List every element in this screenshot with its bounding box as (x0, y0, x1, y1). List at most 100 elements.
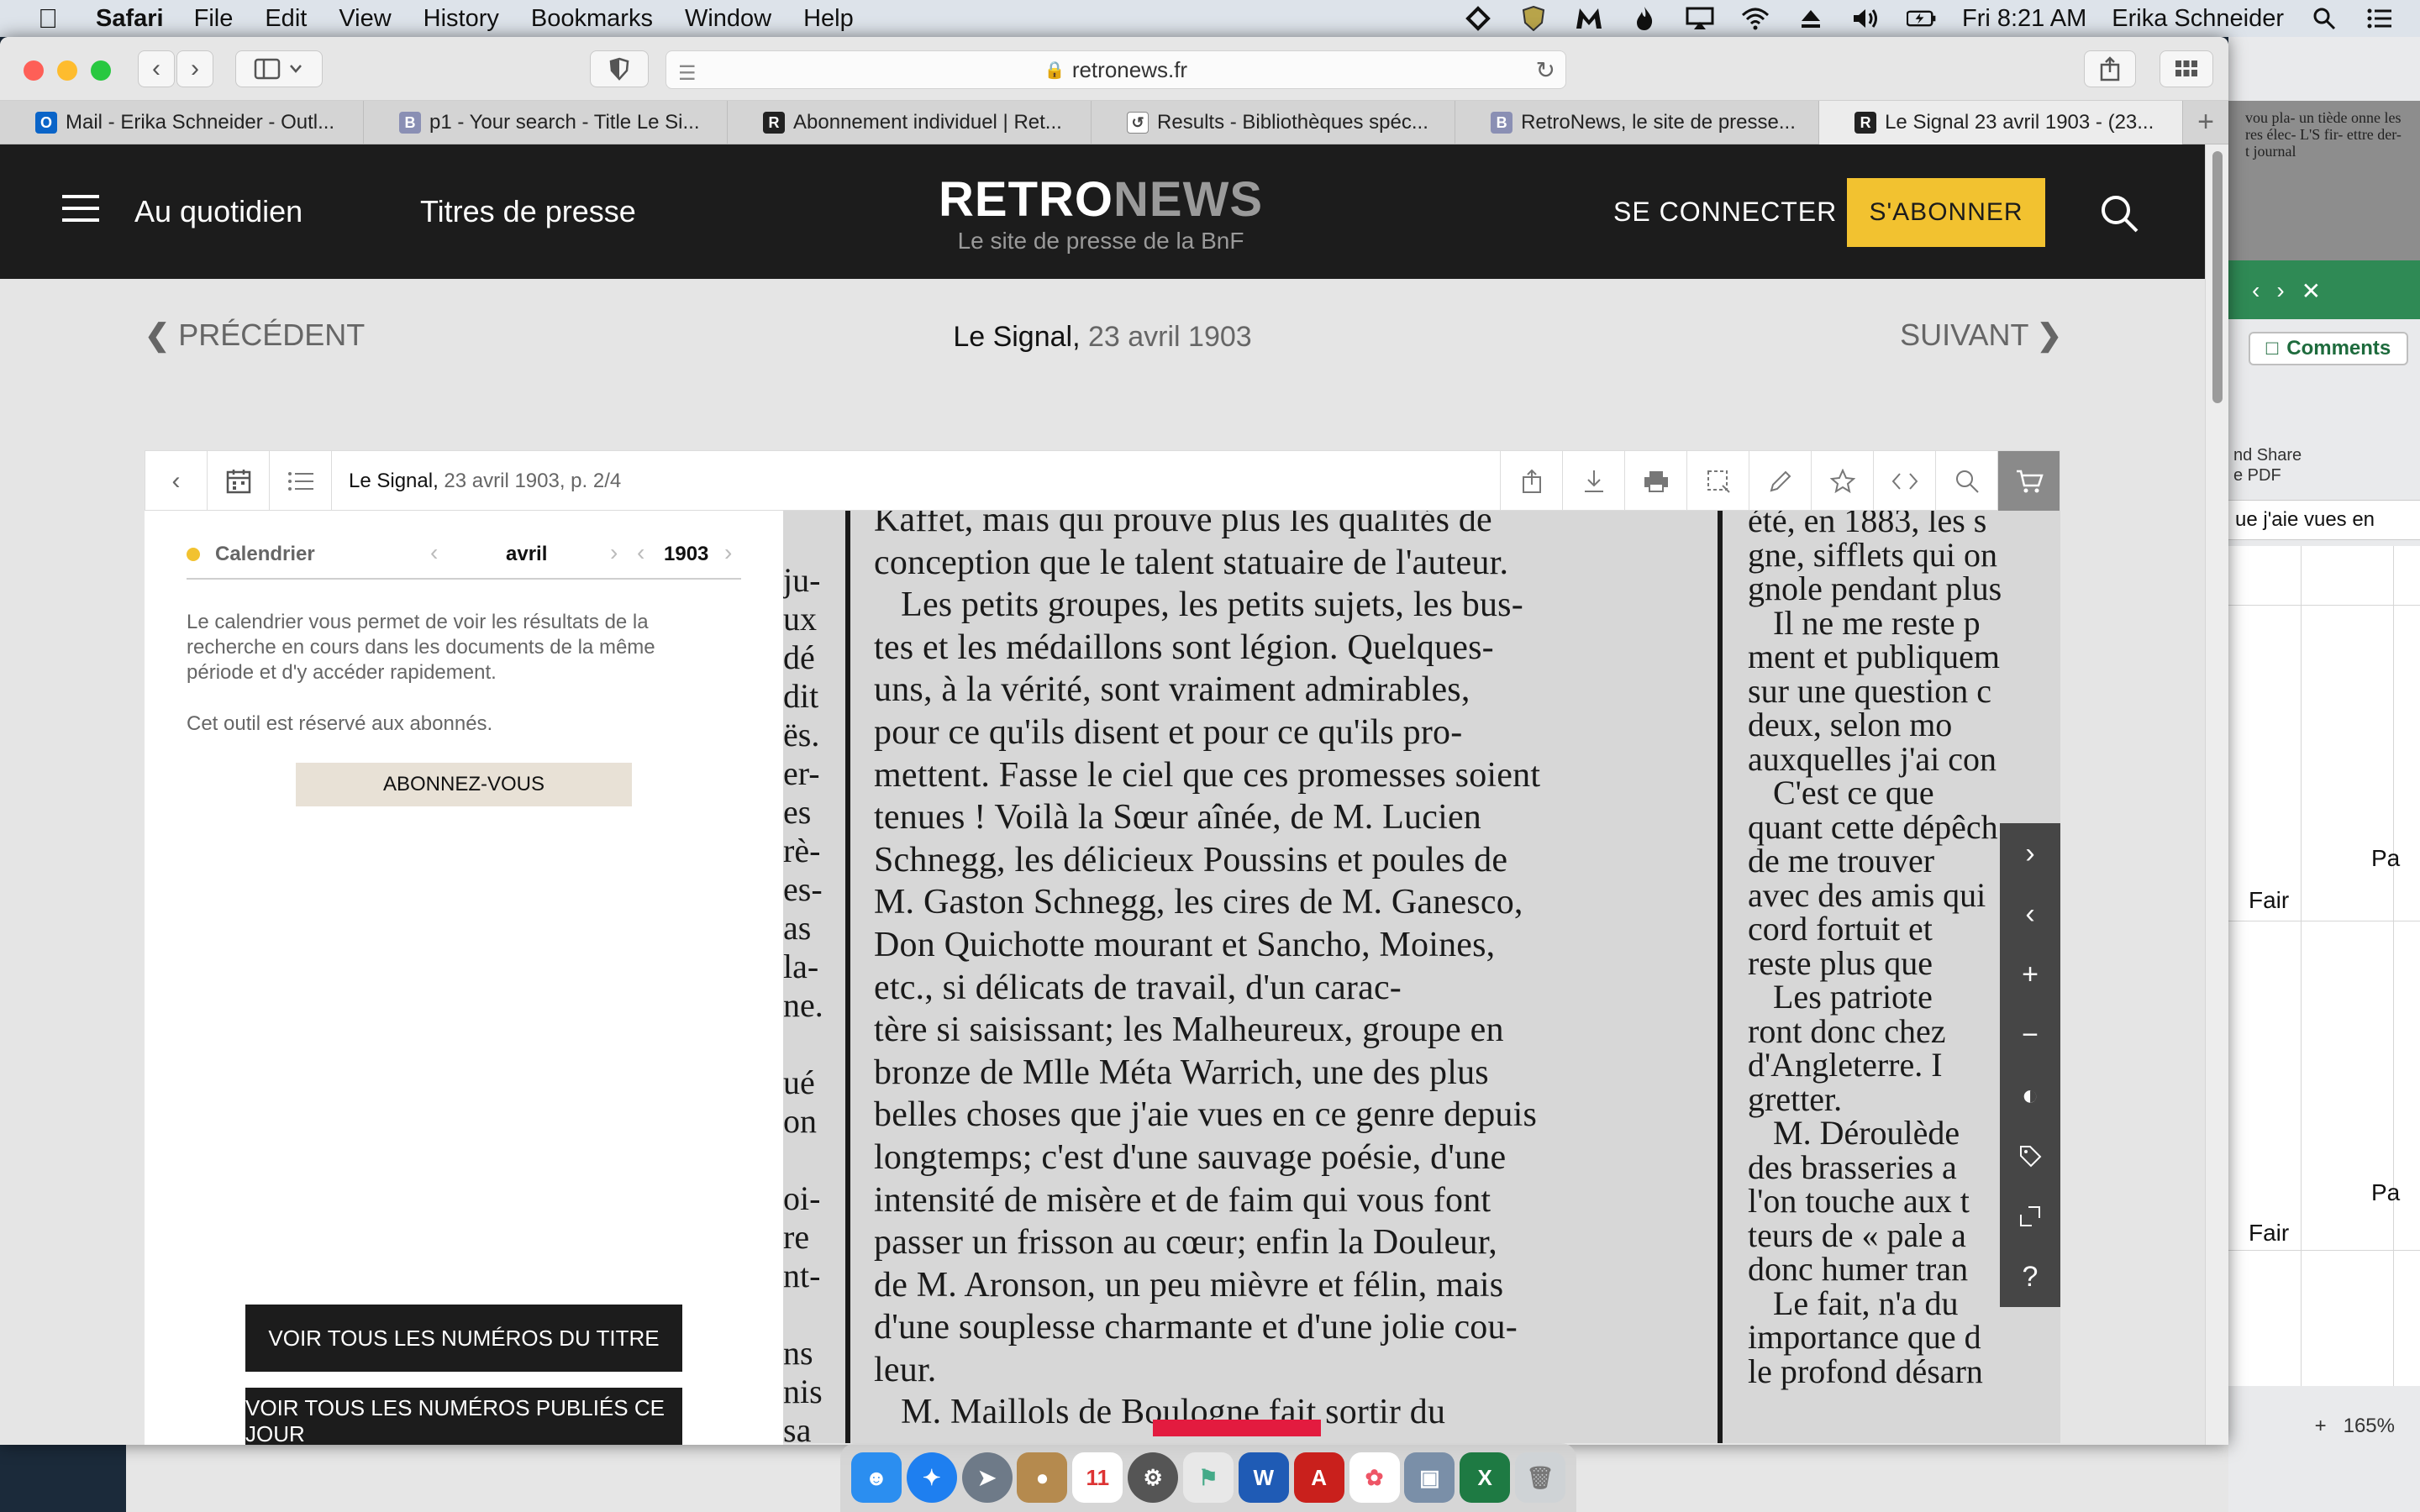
pencil-icon[interactable] (1749, 451, 1811, 512)
zoom-out-icon[interactable]: − (2000, 1005, 2060, 1065)
print-icon[interactable] (1624, 451, 1686, 512)
share-pdf-label[interactable]: nd Share e PDF (2228, 395, 2420, 496)
share-doc-icon[interactable] (1500, 451, 1562, 512)
chevron-right-icon[interactable]: › (2276, 277, 2284, 305)
back-button[interactable]: ‹ (138, 50, 175, 87)
close-window-button[interactable] (24, 60, 44, 81)
retronews-logo[interactable]: RETRONEWS Le site de presse de la BnF (933, 171, 1269, 255)
contacts-icon[interactable]: ● (1017, 1452, 1068, 1503)
download-icon[interactable] (1562, 451, 1624, 512)
all-issues-button[interactable]: VOIR TOUS LES NUMÉROS DU TITRE (245, 1305, 682, 1372)
cell[interactable]: Fair (2249, 887, 2289, 914)
flame-icon[interactable] (1629, 6, 1660, 31)
menu-edit[interactable]: Edit (265, 5, 307, 33)
zoom-plus-icon[interactable]: + (2315, 1415, 2327, 1438)
menu-view[interactable]: View (339, 5, 391, 33)
next-month-icon[interactable]: › (610, 539, 618, 566)
new-tab-button[interactable]: + (2183, 101, 2228, 144)
apple-menu-icon[interactable]:  (25, 3, 71, 34)
calendar-year[interactable]: 1903 (664, 543, 708, 566)
cell[interactable]: Fair (2249, 1220, 2289, 1247)
cell[interactable]: Pa (2371, 1179, 2400, 1206)
tag-icon[interactable] (2000, 1126, 2060, 1186)
menu-file[interactable]: File (194, 5, 234, 33)
contrast-icon[interactable]: ◐ (2000, 1065, 2060, 1126)
excel-icon[interactable]: X (1460, 1452, 1511, 1503)
next-issue-link[interactable]: SUIVANT ❯ (1900, 318, 2062, 353)
word-icon[interactable]: W (1238, 1452, 1289, 1503)
tab-search-results[interactable]: B p1 - Your search - Title Le Si... (364, 101, 729, 144)
subscribe-button[interactable]: S'ABONNER (1847, 178, 2045, 247)
tab-bibliotheques[interactable]: ↺ Results - Bibliothèques spéc... (1092, 101, 1456, 144)
app-menu[interactable]: Safari (96, 5, 164, 33)
photos-icon[interactable]: ✿ (1349, 1452, 1400, 1503)
preview-icon[interactable]: ▣ (1404, 1452, 1455, 1503)
previous-page-icon[interactable]: ‹ (2000, 884, 2060, 944)
address-bar[interactable]: ☰ 🔒 retronews.fr ↻ (666, 50, 1566, 89)
abonnez-vous-button[interactable]: ABONNEZ-VOUS (296, 763, 632, 806)
login-link[interactable]: SE CONNECTER (1613, 144, 1837, 279)
page-scrollbar[interactable] (2205, 144, 2228, 1445)
newspaper-scan[interactable]: ju-ux dé dit ës. er-es rè-es-as la-ne. ué on oi… (783, 511, 2060, 1443)
nav-titres-de-presse[interactable]: Titres de presse (420, 144, 636, 279)
fullscreen-icon[interactable] (2000, 1186, 2060, 1247)
dropbox-icon[interactable] (1463, 6, 1493, 31)
minimize-window-button[interactable] (57, 60, 77, 81)
collapse-panel-button[interactable]: ‹ (145, 451, 208, 512)
malwarebytes-icon[interactable] (1574, 6, 1604, 31)
tab-abonnement[interactable]: R Abonnement individuel | Ret... (728, 101, 1092, 144)
search-icon[interactable] (2099, 193, 2139, 234)
zoom-level[interactable]: 165% (2344, 1415, 2395, 1438)
tab-le-signal[interactable]: R Le Signal 23 avril 1903 - (23... (1819, 101, 2184, 144)
nav-au-quotidien[interactable]: Au quotidien (134, 144, 302, 279)
prev-month-icon[interactable]: ‹ (430, 539, 438, 566)
volume-icon[interactable] (1851, 6, 1881, 31)
reload-icon[interactable]: ↻ (1536, 56, 1555, 84)
launchpad-icon[interactable]: ➤ (961, 1452, 1013, 1503)
reader-icon[interactable]: ☰ (678, 61, 697, 86)
prev-year-icon[interactable]: ‹ (637, 539, 644, 566)
cell[interactable]: Pa (2371, 845, 2400, 872)
next-year-icon[interactable]: › (724, 539, 732, 566)
menu-help[interactable]: Help (803, 5, 854, 33)
chevron-left-icon[interactable]: ‹ (2252, 277, 2260, 305)
menu-bookmarks[interactable]: Bookmarks (531, 5, 653, 33)
calendar-app-icon[interactable]: 11 (1072, 1452, 1123, 1503)
system-preferences-icon[interactable]: ⚙ (1128, 1452, 1179, 1503)
trash-icon[interactable]: 🗑 (1515, 1452, 1566, 1503)
eject-icon[interactable] (1796, 6, 1826, 31)
sidebar-button[interactable] (235, 50, 323, 87)
star-icon[interactable] (1811, 451, 1873, 512)
comments-button[interactable]: □ Comments (2249, 332, 2408, 365)
next-page-icon[interactable]: › (2000, 823, 2060, 884)
spreadsheet-grid[interactable]: Pa Fair Pa Fair (2228, 546, 2420, 1386)
notification-center-icon[interactable] (2365, 6, 2395, 31)
close-icon[interactable]: ✕ (2302, 277, 2321, 305)
same-day-issues-button[interactable]: VOIR TOUS LES NUMÉROS PUBLIÉS CE JOUR (245, 1388, 682, 1445)
share-button[interactable] (2084, 50, 2136, 87)
spotlight-search-icon[interactable] (2309, 6, 2339, 31)
zoom-window-button[interactable] (91, 60, 111, 81)
tab-overview-button[interactable] (2160, 50, 2213, 87)
calendar-month[interactable]: avril (506, 543, 547, 566)
menubar-user[interactable]: Erika Schneider (2112, 5, 2284, 33)
cart-icon[interactable] (1997, 451, 2060, 512)
menu-window[interactable]: Window (685, 5, 771, 33)
scrollbar-thumb[interactable] (2212, 151, 2223, 403)
maps-icon[interactable]: ⚑ (1182, 1452, 1234, 1503)
list-button[interactable] (270, 451, 332, 512)
acrobat-icon[interactable]: A (1293, 1452, 1344, 1503)
safari-icon[interactable]: ✦ (906, 1452, 957, 1503)
crop-selection-icon[interactable] (1686, 451, 1749, 512)
help-icon[interactable]: ? (2000, 1247, 2060, 1307)
wifi-icon[interactable] (1740, 6, 1770, 31)
battery-icon[interactable] (1907, 6, 1937, 31)
calendar-button[interactable] (208, 451, 270, 512)
menu-history[interactable]: History (424, 5, 499, 33)
zoom-in-icon[interactable]: + (2000, 944, 2060, 1005)
finder-icon[interactable]: ☻ (850, 1452, 902, 1503)
search-in-document-icon[interactable] (1935, 451, 1997, 512)
embed-code-icon[interactable] (1873, 451, 1935, 512)
hamburger-menu-icon[interactable] (62, 195, 99, 222)
tab-retronews[interactable]: B RetroNews, le site de presse... (1455, 101, 1820, 144)
